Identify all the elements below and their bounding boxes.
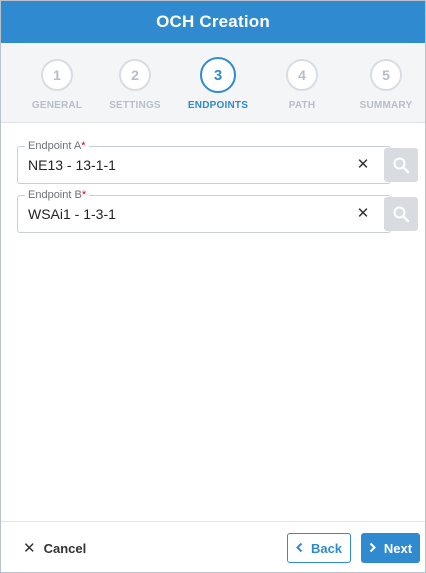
chevron-right-icon (369, 541, 376, 556)
endpoint-a-input[interactable] (28, 157, 348, 173)
next-button[interactable]: Next (361, 533, 420, 563)
endpoint-b-input[interactable] (28, 206, 348, 222)
step-number: 1 (41, 59, 73, 91)
endpoint-a-search-button[interactable] (384, 148, 418, 182)
endpoint-b-label-text: Endpoint B (28, 189, 82, 201)
endpoint-b-search-button[interactable] (384, 197, 418, 231)
step-label: SETTINGS (109, 100, 161, 111)
endpoint-a-field[interactable]: Endpoint A* ✕ (17, 139, 391, 184)
back-button[interactable]: Back (287, 533, 351, 563)
step-number: 4 (286, 59, 318, 91)
step-summary[interactable]: 5 SUMMARY (344, 59, 426, 111)
required-mark: * (81, 189, 87, 201)
endpoint-b-field[interactable]: Endpoint B* ✕ (17, 188, 391, 233)
step-endpoints[interactable]: 3 ENDPOINTS (176, 57, 260, 111)
step-label: ENDPOINTS (187, 100, 249, 111)
step-settings[interactable]: 2 SETTINGS (93, 59, 177, 111)
next-label: Next (383, 540, 413, 556)
step-general[interactable]: 1 GENERAL (15, 59, 99, 111)
step-label: PATH (288, 100, 316, 111)
endpoint-b-label: Endpoint B* (25, 188, 90, 202)
step-path[interactable]: 4 PATH (260, 59, 344, 111)
och-creation-dialog: OCH Creation 1 GENERAL 2 SETTINGS 3 ENDP… (0, 0, 426, 573)
search-icon (393, 157, 410, 174)
endpoint-a-label: Endpoint A* (25, 139, 89, 153)
search-icon (393, 206, 410, 223)
required-mark: * (81, 140, 86, 152)
close-icon[interactable]: ✕ (356, 206, 370, 222)
step-label: SUMMARY (359, 100, 413, 111)
dialog-title: OCH Creation (1, 1, 425, 43)
cancel-label: Cancel (43, 540, 87, 556)
step-number: 5 (370, 59, 402, 91)
chevron-left-icon (296, 541, 303, 556)
dialog-footer: ✕ Cancel Back Next (1, 521, 425, 572)
wizard-stepper: 1 GENERAL 2 SETTINGS 3 ENDPOINTS 4 PATH … (1, 43, 425, 123)
step-number: 2 (119, 59, 151, 91)
step-label: GENERAL (31, 100, 83, 111)
back-label: Back (310, 540, 343, 556)
cancel-button[interactable]: ✕ Cancel (23, 539, 86, 557)
endpoint-a-label-text: Endpoint A (28, 140, 82, 152)
close-icon[interactable]: ✕ (356, 157, 370, 173)
step-number: 3 (200, 57, 236, 93)
close-icon: ✕ (23, 540, 36, 557)
